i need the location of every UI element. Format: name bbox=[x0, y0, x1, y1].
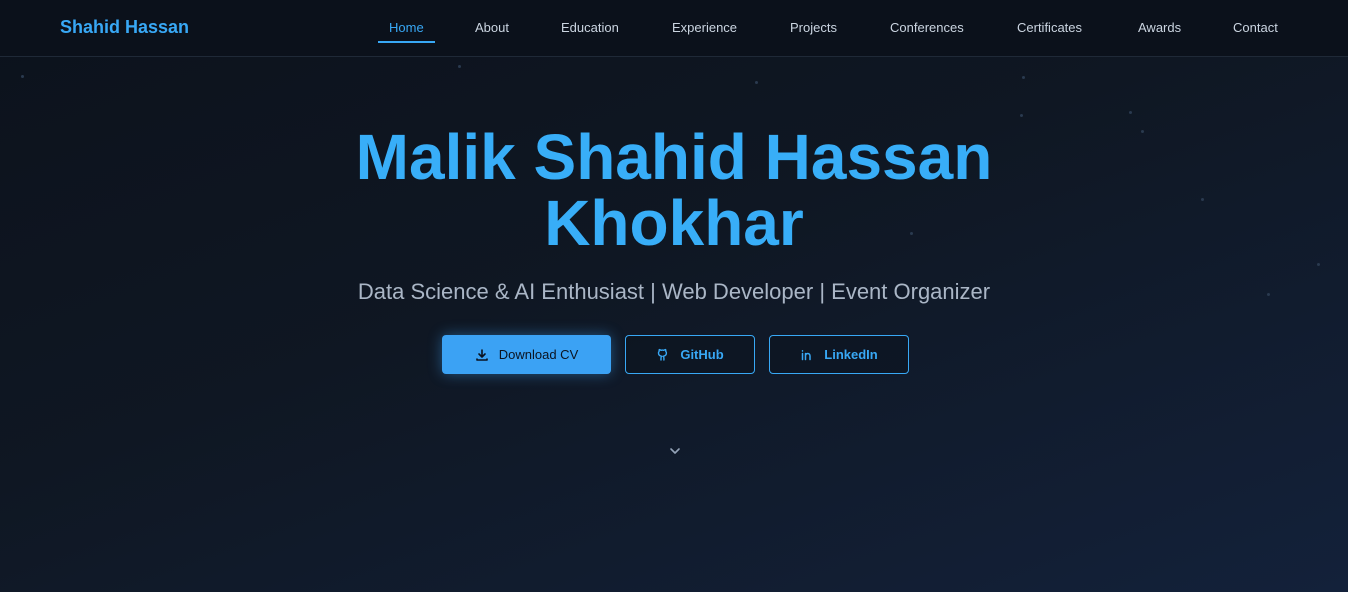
nav-contact[interactable]: Contact bbox=[1233, 20, 1278, 35]
particle bbox=[1022, 76, 1025, 79]
chevron-down-icon[interactable] bbox=[668, 444, 682, 456]
nav-home[interactable]: Home bbox=[389, 20, 424, 35]
particle bbox=[1317, 263, 1320, 266]
particle bbox=[755, 81, 758, 84]
hero-subtitle: Data Science & AI Enthusiast | Web Devel… bbox=[357, 279, 991, 304]
particle bbox=[21, 75, 24, 78]
download-cv-button[interactable]: Download CV bbox=[442, 335, 611, 374]
nav-education[interactable]: Education bbox=[561, 20, 619, 35]
download-icon bbox=[475, 348, 489, 362]
nav-certificates[interactable]: Certificates bbox=[1017, 20, 1082, 35]
hero-title-line2: Khokhar bbox=[544, 187, 804, 259]
particle bbox=[1129, 111, 1132, 114]
hero-title-line1: Malik Shahid Hassan bbox=[355, 121, 993, 193]
nav-experience[interactable]: Experience bbox=[672, 20, 737, 35]
nav-projects[interactable]: Projects bbox=[790, 20, 837, 35]
download-cv-label: Download CV bbox=[498, 347, 579, 362]
linkedin-label: LinkedIn bbox=[824, 347, 878, 362]
github-button[interactable]: GitHub bbox=[625, 335, 755, 374]
linkedin-icon bbox=[800, 348, 814, 362]
github-label: GitHub bbox=[680, 347, 724, 362]
brand-logo[interactable]: Shahid Hassan bbox=[60, 17, 189, 38]
nav-awards[interactable]: Awards bbox=[1138, 20, 1181, 35]
nav-active-indicator bbox=[378, 41, 435, 43]
particle bbox=[1020, 114, 1023, 117]
nav-conferences[interactable]: Conferences bbox=[890, 20, 964, 35]
nav-about[interactable]: About bbox=[475, 20, 509, 35]
linkedin-button[interactable]: LinkedIn bbox=[769, 335, 909, 374]
navbar: Shahid Hassan Home About Education Exper… bbox=[0, 0, 1348, 57]
hero-title: Malik Shahid Hassan Khokhar bbox=[0, 124, 1348, 256]
particle bbox=[458, 65, 461, 68]
github-icon bbox=[656, 348, 670, 362]
